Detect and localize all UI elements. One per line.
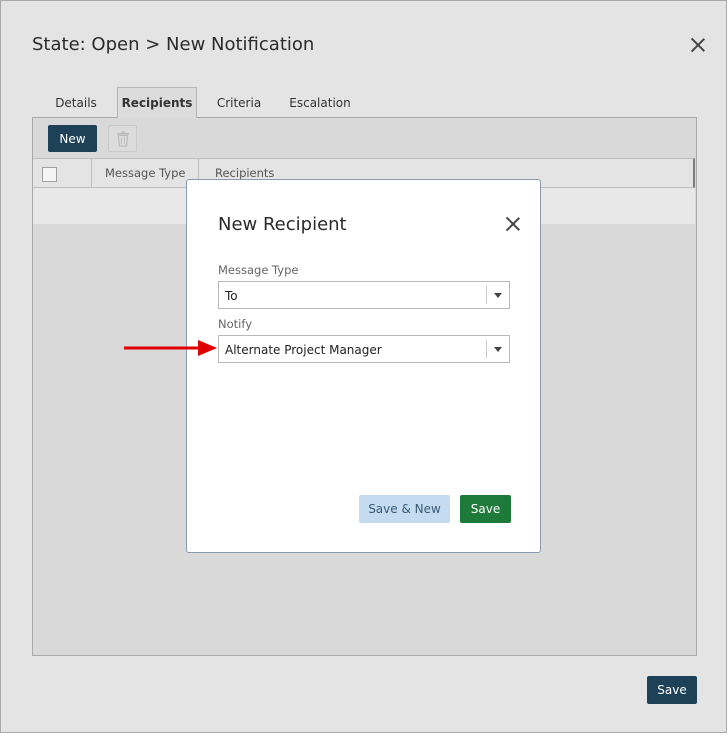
- modal-title: New Recipient: [218, 214, 347, 235]
- chevron-down-icon[interactable]: [494, 293, 502, 298]
- message-type-select[interactable]: To: [218, 281, 510, 309]
- column-header-recipients[interactable]: Recipients: [215, 166, 274, 180]
- recipients-toolbar: New: [33, 118, 696, 158]
- tab-escalation[interactable]: Escalation: [283, 87, 357, 118]
- dialog-title: State: Open > New Notification: [32, 34, 315, 55]
- new-recipient-modal: New Recipient Message Type To Notify Alt…: [186, 179, 541, 553]
- notify-select[interactable]: Alternate Project Manager: [218, 335, 510, 363]
- delete-button[interactable]: [108, 125, 137, 152]
- message-type-value: To: [225, 289, 238, 303]
- save-and-new-button[interactable]: Save & New: [359, 495, 450, 523]
- column-header-message-type[interactable]: Message Type: [105, 166, 185, 180]
- chevron-down-icon[interactable]: [494, 347, 502, 352]
- notify-label: Notify: [218, 317, 252, 331]
- modal-save-button[interactable]: Save: [460, 495, 511, 523]
- tab-recipients[interactable]: Recipients: [117, 87, 197, 118]
- annotation-arrow-icon: [124, 340, 217, 356]
- select-divider: [486, 286, 487, 304]
- column-divider: [91, 159, 92, 187]
- message-type-label: Message Type: [218, 263, 299, 277]
- new-recipient-button[interactable]: New: [48, 125, 97, 152]
- tab-details[interactable]: Details: [49, 87, 103, 118]
- trash-icon: [116, 131, 129, 147]
- select-divider: [486, 340, 487, 358]
- close-icon[interactable]: [689, 36, 707, 54]
- save-button[interactable]: Save: [647, 676, 697, 704]
- select-all-checkbox[interactable]: [42, 167, 57, 182]
- notify-value: Alternate Project Manager: [225, 343, 382, 357]
- modal-close-icon[interactable]: [504, 215, 520, 231]
- tab-criteria[interactable]: Criteria: [211, 87, 267, 118]
